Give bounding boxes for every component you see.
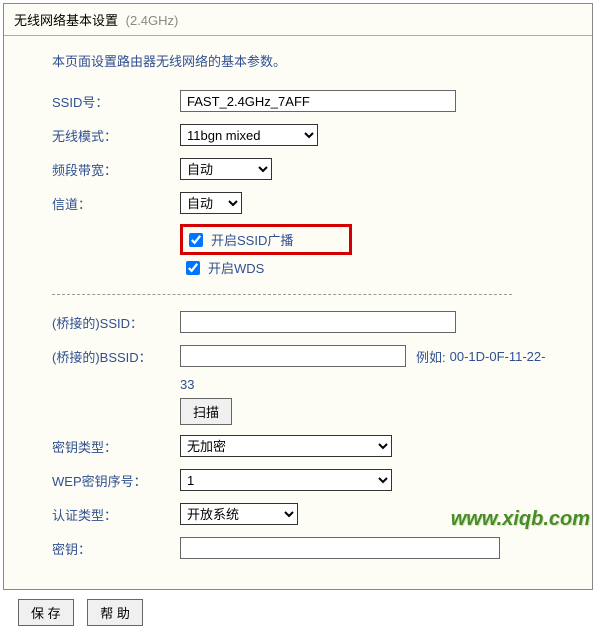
auth-type-select[interactable]: 开放系统: [180, 503, 298, 525]
settings-panel: 无线网络基本设置 (2.4GHz) 本页面设置路由器无线网络的基本参数。 SSI…: [3, 3, 593, 590]
page-description: 本页面设置路由器无线网络的基本参数。: [52, 51, 582, 70]
panel-body: 本页面设置路由器无线网络的基本参数。 SSID号： 无线模式： 11bgn mi…: [4, 36, 592, 589]
channel-select[interactable]: 自动: [180, 192, 242, 214]
wds-row: 开启WDS: [180, 255, 582, 280]
bandwidth-label: 频段带宽：: [52, 160, 180, 179]
ssid-broadcast-row: 开启SSID广播: [180, 224, 352, 255]
key-input[interactable]: [180, 537, 500, 559]
panel-title: 无线网络基本设置: [14, 13, 118, 28]
channel-label: 信道：: [52, 194, 180, 213]
bssid-hint-part2: 33: [180, 377, 582, 392]
ssid-input[interactable]: [180, 90, 456, 112]
wds-label: 开启WDS: [208, 258, 264, 277]
ssid-label: SSID号：: [52, 92, 180, 111]
help-button[interactable]: 帮 助: [87, 599, 143, 626]
panel-band: (2.4GHz): [126, 13, 179, 28]
bssid-hint-part1: 00-1D-0F-11-22-: [450, 349, 546, 364]
mode-label: 无线模式：: [52, 126, 180, 145]
wep-index-label: WEP密钥序号：: [52, 471, 180, 490]
bandwidth-select[interactable]: 自动: [180, 158, 272, 180]
footer: 保 存 帮 助: [0, 593, 600, 630]
ssid-broadcast-label: 开启SSID广播: [211, 230, 293, 249]
watermark: www.xiqb.com: [451, 508, 590, 531]
save-button[interactable]: 保 存: [18, 599, 74, 626]
wds-checkbox[interactable]: [186, 261, 200, 275]
bridge-ssid-label: (桥接的)SSID：: [52, 313, 180, 332]
ssid-broadcast-checkbox[interactable]: [189, 233, 203, 247]
key-label: 密钥：: [52, 539, 180, 558]
scan-button[interactable]: 扫描: [180, 398, 232, 425]
auth-type-label: 认证类型：: [52, 505, 180, 524]
bridge-bssid-label: (桥接的)BSSID：: [52, 347, 180, 366]
separator: [52, 294, 512, 295]
bridge-ssid-input[interactable]: [180, 311, 456, 333]
bridge-bssid-input[interactable]: [180, 345, 406, 367]
enc-type-label: 密钥类型：: [52, 437, 180, 456]
bssid-hint-prefix: 例如:: [416, 347, 446, 366]
enc-type-select[interactable]: 无加密: [180, 435, 392, 457]
panel-header: 无线网络基本设置 (2.4GHz): [4, 4, 592, 36]
mode-select[interactable]: 11bgn mixed: [180, 124, 318, 146]
wep-index-select[interactable]: 1: [180, 469, 392, 491]
